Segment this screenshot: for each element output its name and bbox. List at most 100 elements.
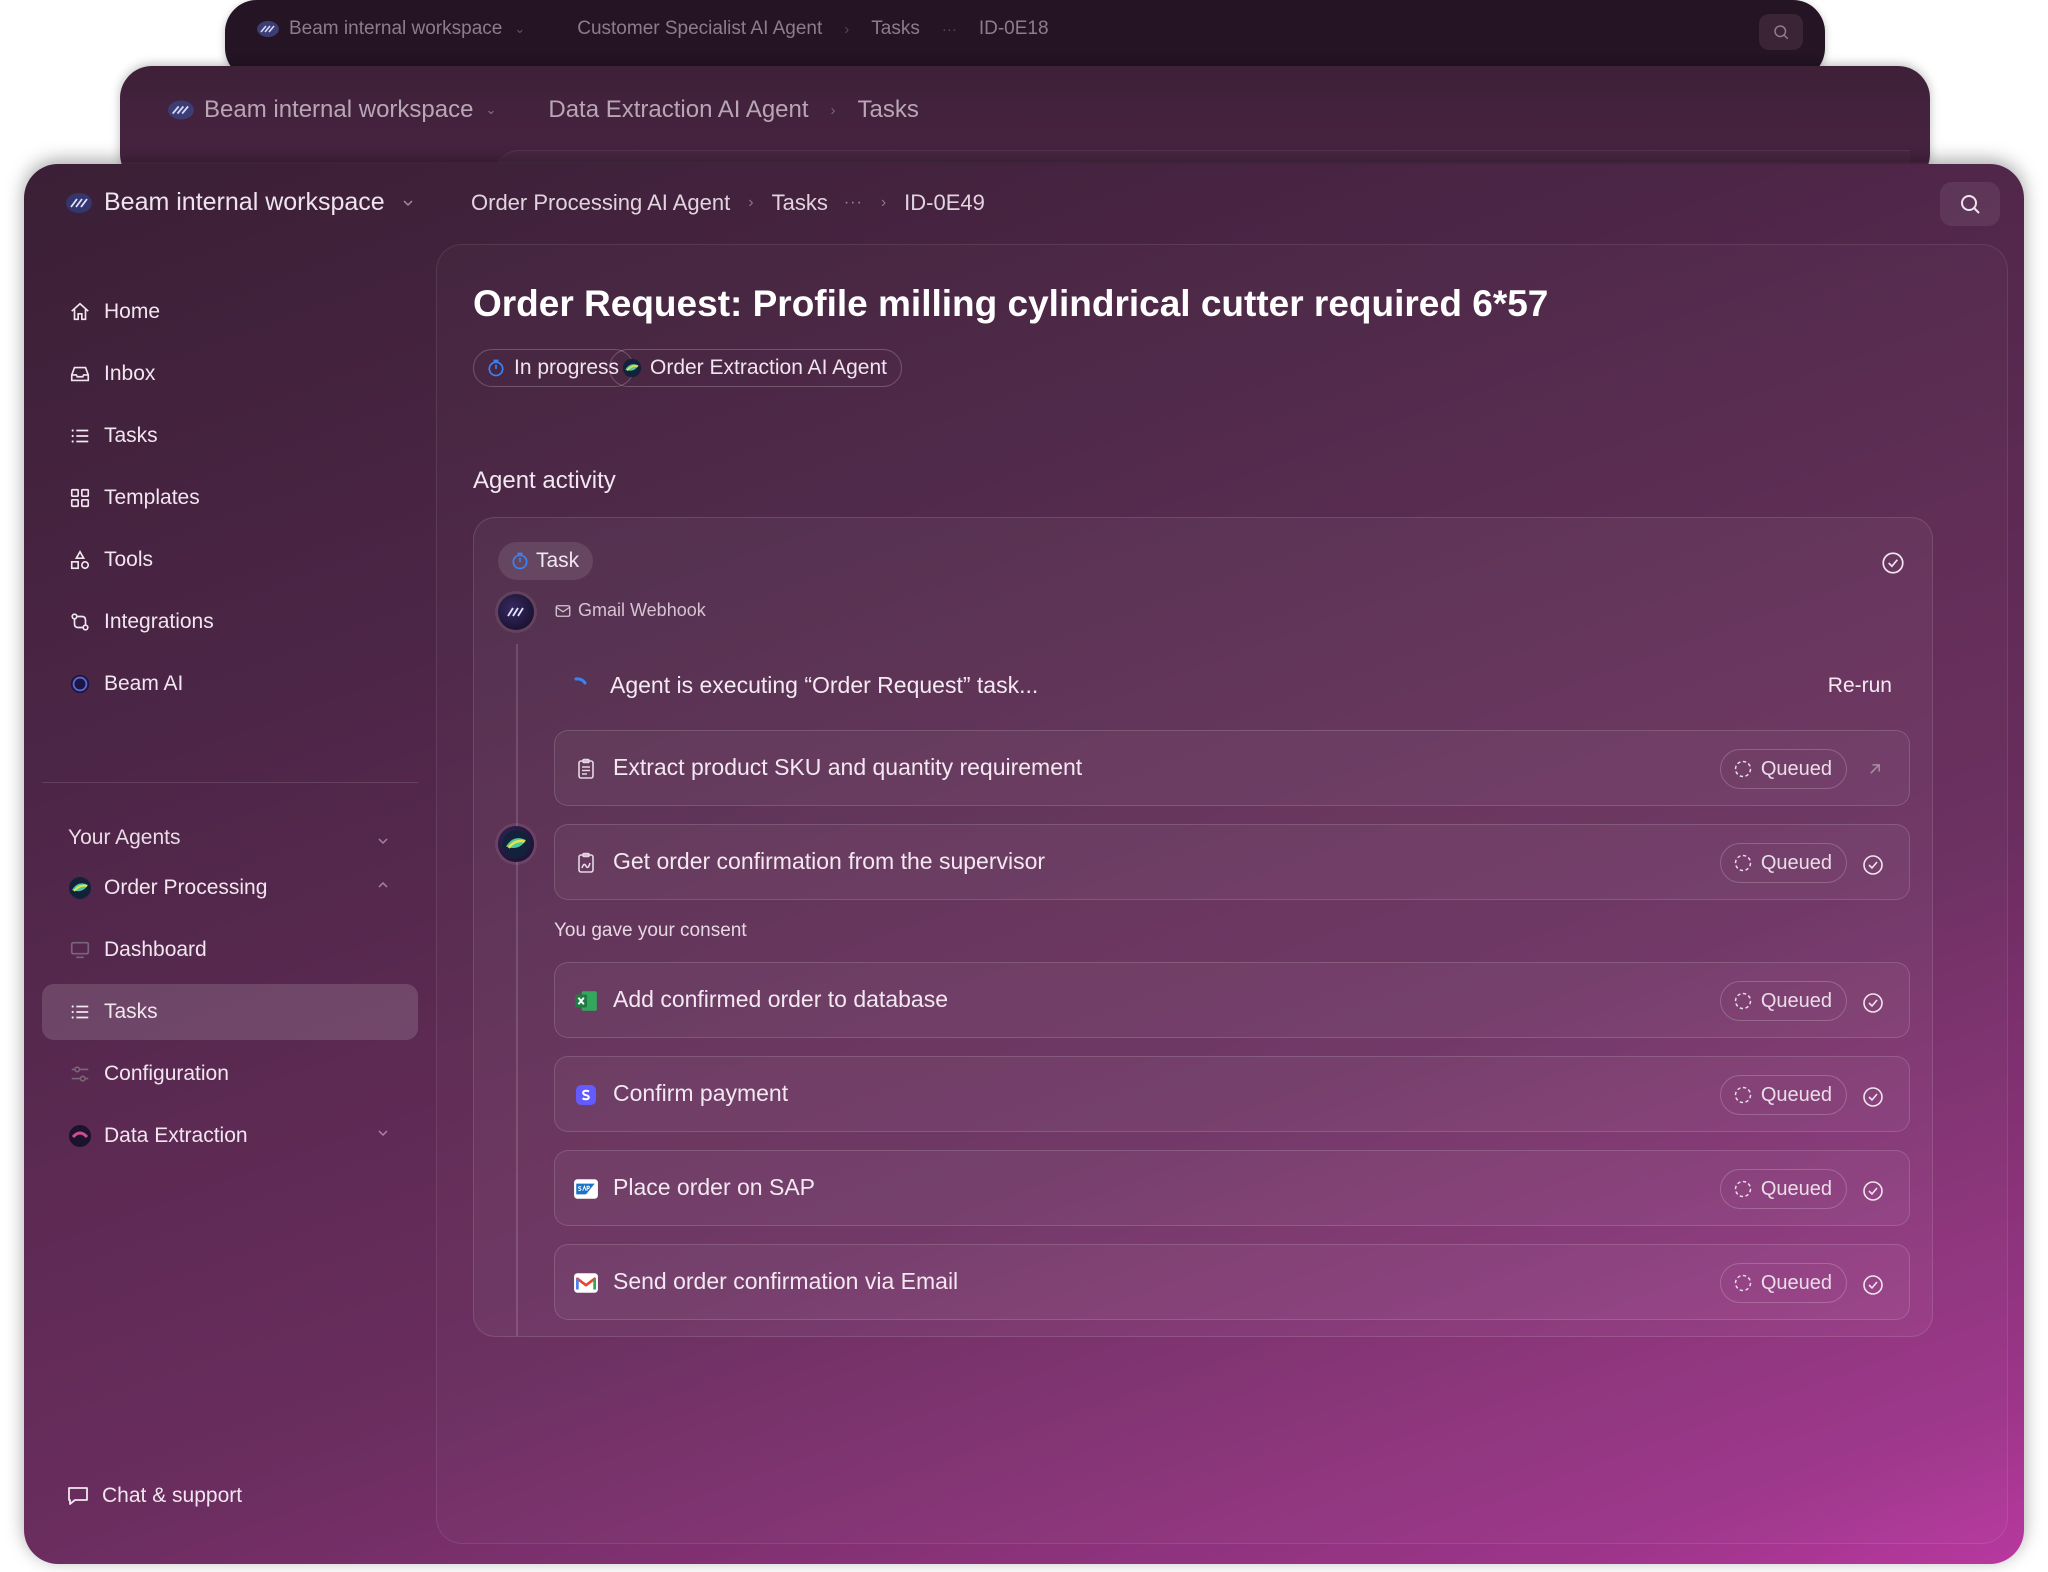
sidebar-item-integrations[interactable]: Integrations <box>42 594 418 650</box>
status-label: Queued <box>1760 1271 1832 1294</box>
inbox-icon <box>68 362 92 386</box>
status-badge: Queued <box>1719 749 1847 789</box>
sidebar-item-label: Data Extraction <box>104 1124 248 1147</box>
sidebar-item-inbox[interactable]: Inbox <box>42 346 418 402</box>
breadcrumb-agent[interactable]: Customer Specialist AI Agent <box>577 18 822 40</box>
list-icon <box>68 424 92 448</box>
arrow-up-right-icon[interactable] <box>1865 759 1885 779</box>
status-label: In progress <box>514 356 620 379</box>
agent-label: Order Extraction AI Agent <box>650 356 887 379</box>
sidebar-item-home[interactable]: Home <box>42 284 418 340</box>
beam-avatar <box>498 594 534 630</box>
breadcrumb-agent[interactable]: Data Extraction AI Agent <box>548 96 808 124</box>
activity-step[interactable]: Extract product SKU and quantity require… <box>554 730 1910 806</box>
breadcrumb-agent[interactable]: Order Processing AI Agent <box>471 190 730 216</box>
list-icon <box>68 1000 92 1024</box>
search-button[interactable] <box>1759 14 1803 50</box>
home-icon <box>68 300 92 324</box>
status-label: Queued <box>1760 851 1832 874</box>
check-circle-icon[interactable] <box>1861 1085 1885 1109</box>
workspace-switcher[interactable]: Beam internal workspace <box>66 188 415 217</box>
breadcrumb-tasks[interactable]: Tasks <box>772 190 828 216</box>
chat-support-button[interactable]: Chat & support <box>66 1484 242 1508</box>
breadcrumb-more[interactable]: ··· <box>844 194 863 212</box>
sidebar-item-label: Beam AI <box>104 672 184 695</box>
workspace-name[interactable]: Beam internal workspace <box>289 18 502 40</box>
chevron-down-icon[interactable] <box>376 1126 390 1140</box>
sidebar-item-dashboard[interactable]: Dashboard <box>42 922 418 978</box>
excel-icon <box>573 988 599 1014</box>
spinner-icon <box>570 674 594 698</box>
rerun-button[interactable]: Re-run <box>1828 674 1892 698</box>
data-extraction-agent-icon <box>68 1124 92 1148</box>
chat-support-label: Chat & support <box>102 1484 243 1507</box>
timeline-line <box>516 644 518 1336</box>
sidebar-item-beam-ai[interactable]: Beam AI <box>42 656 418 712</box>
sidebar-item-templates[interactable]: Templates <box>42 470 418 526</box>
task-chip-label: Task <box>536 549 580 572</box>
executing-status: Agent is executing “Order Request” task.… <box>570 672 1038 699</box>
beam-logo-icon <box>257 21 279 37</box>
step-label: Send order confirmation via Email <box>613 1268 959 1294</box>
search-icon <box>1961 195 1980 214</box>
mail-icon <box>554 602 572 620</box>
activity-step[interactable]: Send order confirmation via Email Queued <box>554 1244 1910 1320</box>
breadcrumb-id[interactable]: ID-0E18 <box>979 18 1049 40</box>
sidebar-item-tasks[interactable]: Tasks <box>42 408 418 464</box>
sidebar-item-label: Templates <box>104 486 200 509</box>
sidebar-item-configuration[interactable]: Configuration <box>42 1046 418 1102</box>
step-label: Add confirmed order to database <box>613 986 948 1012</box>
chevron-down-icon[interactable]: ⌄ <box>485 102 496 118</box>
sidebar-item-tools[interactable]: Tools <box>42 532 418 588</box>
queued-icon <box>1733 1273 1753 1293</box>
check-circle-icon[interactable] <box>1861 1273 1885 1297</box>
timer-icon <box>486 358 506 378</box>
breadcrumb-dots[interactable]: ··· <box>942 21 957 38</box>
beam-logo-icon <box>168 100 194 120</box>
sliders-icon <box>68 1062 92 1086</box>
activity-step[interactable]: Add confirmed order to database Queued <box>554 962 1910 1038</box>
search-button[interactable] <box>1940 182 2000 226</box>
chevron-down-icon[interactable] <box>376 834 390 848</box>
timer-icon <box>510 551 530 571</box>
workspace-name[interactable]: Beam internal workspace <box>204 96 473 124</box>
sidebar-item-label: Configuration <box>104 1062 229 1085</box>
chevron-down-icon[interactable]: ⌄ <box>514 21 525 37</box>
status-label: Queued <box>1760 1083 1832 1106</box>
clipboard-icon <box>573 756 599 782</box>
sidebar-item-agent-tasks[interactable]: Tasks <box>42 984 418 1040</box>
order-processing-agent-icon <box>622 358 642 378</box>
agent-badge[interactable]: Order Extraction AI Agent <box>609 349 902 387</box>
order-processing-agent-icon <box>68 876 92 900</box>
grid-icon <box>68 486 92 510</box>
background-window-header: Beam internal workspace ⌄ Customer Speci… <box>257 18 1071 40</box>
chevron-up-icon[interactable] <box>376 878 390 892</box>
sidebar-item-data-extraction[interactable]: Data Extraction <box>42 1108 418 1164</box>
shapes-icon <box>68 548 92 572</box>
sidebar-item-order-processing[interactable]: Order Processing <box>42 860 418 916</box>
chevron-right-icon: › <box>748 194 754 211</box>
breadcrumb-tasks[interactable]: Tasks <box>858 96 919 124</box>
check-circle-icon[interactable] <box>1861 991 1885 1015</box>
check-circle-icon[interactable] <box>1861 1179 1885 1203</box>
step-label: Get order confirmation from the supervis… <box>613 848 1046 874</box>
activity-step[interactable]: Place order on SAP Queued <box>554 1150 1910 1226</box>
sidebar-item-label: Order Processing <box>104 876 268 899</box>
check-circle-icon[interactable] <box>1880 550 1906 576</box>
activity-step[interactable]: Get order confirmation from the supervis… <box>554 824 1910 900</box>
your-agents-label[interactable]: Your Agents <box>68 826 181 850</box>
status-badge: Queued <box>1719 1169 1847 1209</box>
consent-note: You gave your consent <box>554 920 747 941</box>
background-window-header: Beam internal workspace ⌄ Data Extractio… <box>168 96 941 124</box>
check-circle-icon[interactable] <box>1861 853 1885 877</box>
main-window: Beam internal workspace Order Processing… <box>24 164 2024 1564</box>
sidebar-item-label: Inbox <box>104 362 156 385</box>
workspace-name: Beam internal workspace <box>104 188 385 216</box>
queued-icon <box>1733 853 1753 873</box>
chevron-right-icon: › <box>844 20 850 38</box>
order-processing-agent-icon <box>502 830 530 858</box>
chevron-right-icon: › <box>830 101 836 119</box>
breadcrumb-id[interactable]: ID-0E49 <box>904 190 985 216</box>
breadcrumb-tasks[interactable]: Tasks <box>871 18 920 40</box>
activity-step[interactable]: Confirm payment Queued <box>554 1056 1910 1132</box>
